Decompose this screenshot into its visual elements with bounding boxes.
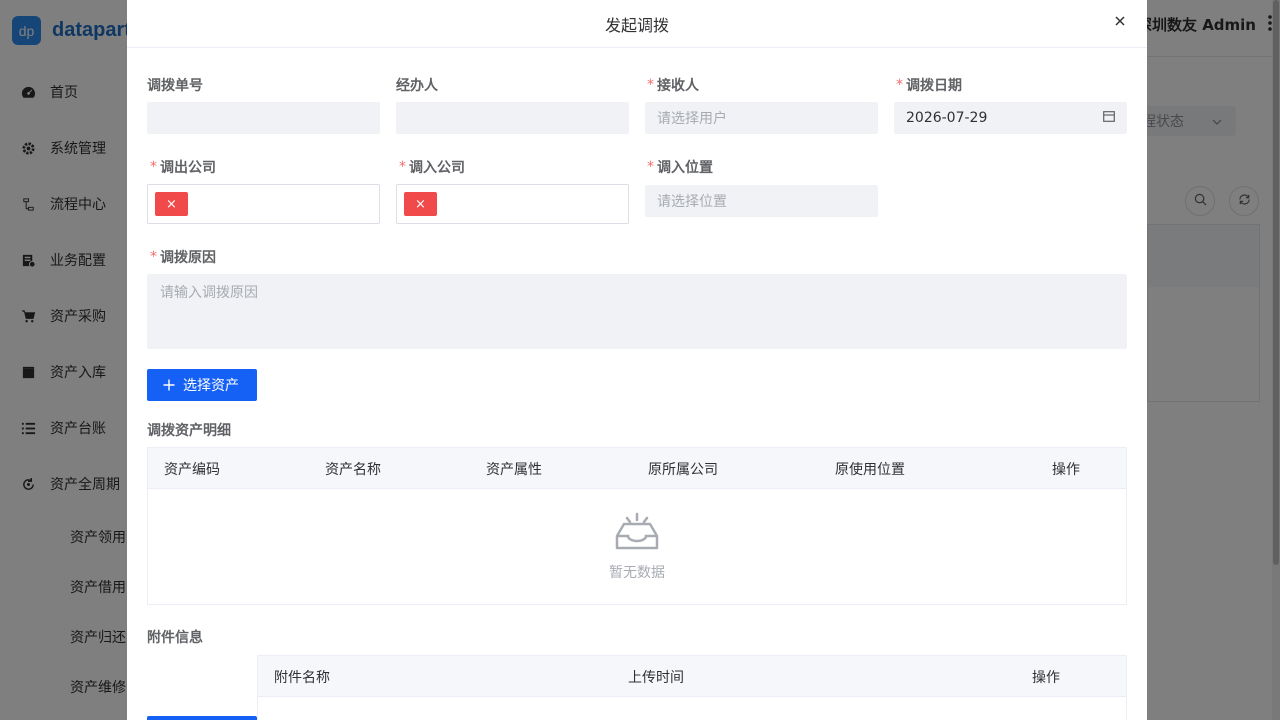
empty-box-icon — [615, 512, 659, 556]
close-icon[interactable] — [1113, 14, 1127, 28]
date-label: * 调拨日期 — [896, 77, 962, 94]
dialog-title: 发起调拨 — [604, 15, 669, 35]
column-header: 原使用位置 — [835, 461, 905, 478]
required-mark: * — [150, 159, 157, 175]
from-company-label: * 调出公司 — [150, 159, 216, 176]
to-location-select[interactable]: 请选择位置 — [645, 185, 878, 217]
column-header: 资产属性 — [486, 461, 542, 478]
required-mark: * — [150, 249, 157, 265]
plus-icon — [163, 376, 175, 395]
order-no-input[interactable] — [147, 102, 380, 134]
select-asset-button[interactable]: 选择资产 — [147, 369, 257, 401]
reason-label: * 调拨原因 — [150, 249, 216, 266]
to-location-label: * 调入位置 — [647, 159, 713, 176]
handler-input[interactable] — [396, 102, 629, 134]
reason-textarea[interactable]: 请输入调拨原因 — [147, 274, 1127, 349]
column-header: 原所属公司 — [648, 461, 718, 478]
receiver-select[interactable]: 请选择用户 — [645, 102, 878, 134]
column-header: 附件名称 — [274, 669, 330, 686]
calendar-icon[interactable] — [1103, 110, 1115, 126]
dialog-header: 发起调拨 — [127, 0, 1147, 48]
transfer-dialog: 发起调拨 调拨单号 经办人 * 接收人 请选择用户 * 调拨日期 2026-07-2… — [127, 0, 1147, 720]
date-picker[interactable]: 2026-07-29 — [894, 102, 1127, 134]
asset-table-header: 资产编码 资产名称 资产属性 原所属公司 原使用位置 操作 — [148, 448, 1126, 489]
upload-button[interactable] — [147, 716, 257, 720]
date-value: 2026-07-29 — [906, 110, 988, 126]
from-company-select[interactable]: × — [147, 184, 380, 224]
remove-tag-button[interactable]: × — [404, 192, 437, 216]
select-asset-label: 选择资产 — [183, 378, 239, 394]
asset-table: 资产编码 资产名称 资产属性 原所属公司 原使用位置 操作 暂无数据 — [147, 447, 1127, 605]
column-header: 资产编码 — [164, 461, 220, 478]
column-header: 上传时间 — [628, 669, 684, 686]
receiver-label: * 接收人 — [647, 77, 699, 94]
to-company-label: * 调入公司 — [399, 159, 465, 176]
column-header: 操作 — [1032, 669, 1060, 686]
column-header: 资产名称 — [325, 461, 381, 478]
attachment-section-title: 附件信息 — [147, 630, 203, 646]
attachment-table: 附件名称 上传时间 操作 — [257, 655, 1127, 720]
required-mark: * — [896, 77, 903, 93]
required-mark: * — [647, 77, 654, 93]
required-mark: * — [399, 159, 406, 175]
handler-label: 经办人 — [396, 78, 438, 94]
empty-state: 暂无数据 — [148, 512, 1126, 582]
to-company-select[interactable]: × — [396, 184, 629, 224]
order-no-label: 调拨单号 — [147, 78, 203, 94]
asset-section-title: 调拨资产明细 — [147, 423, 231, 439]
remove-tag-button[interactable]: × — [155, 192, 188, 216]
attachment-table-header: 附件名称 上传时间 操作 — [258, 656, 1126, 697]
column-header: 操作 — [1052, 461, 1080, 478]
empty-text: 暂无数据 — [609, 565, 665, 581]
required-mark: * — [647, 159, 654, 175]
